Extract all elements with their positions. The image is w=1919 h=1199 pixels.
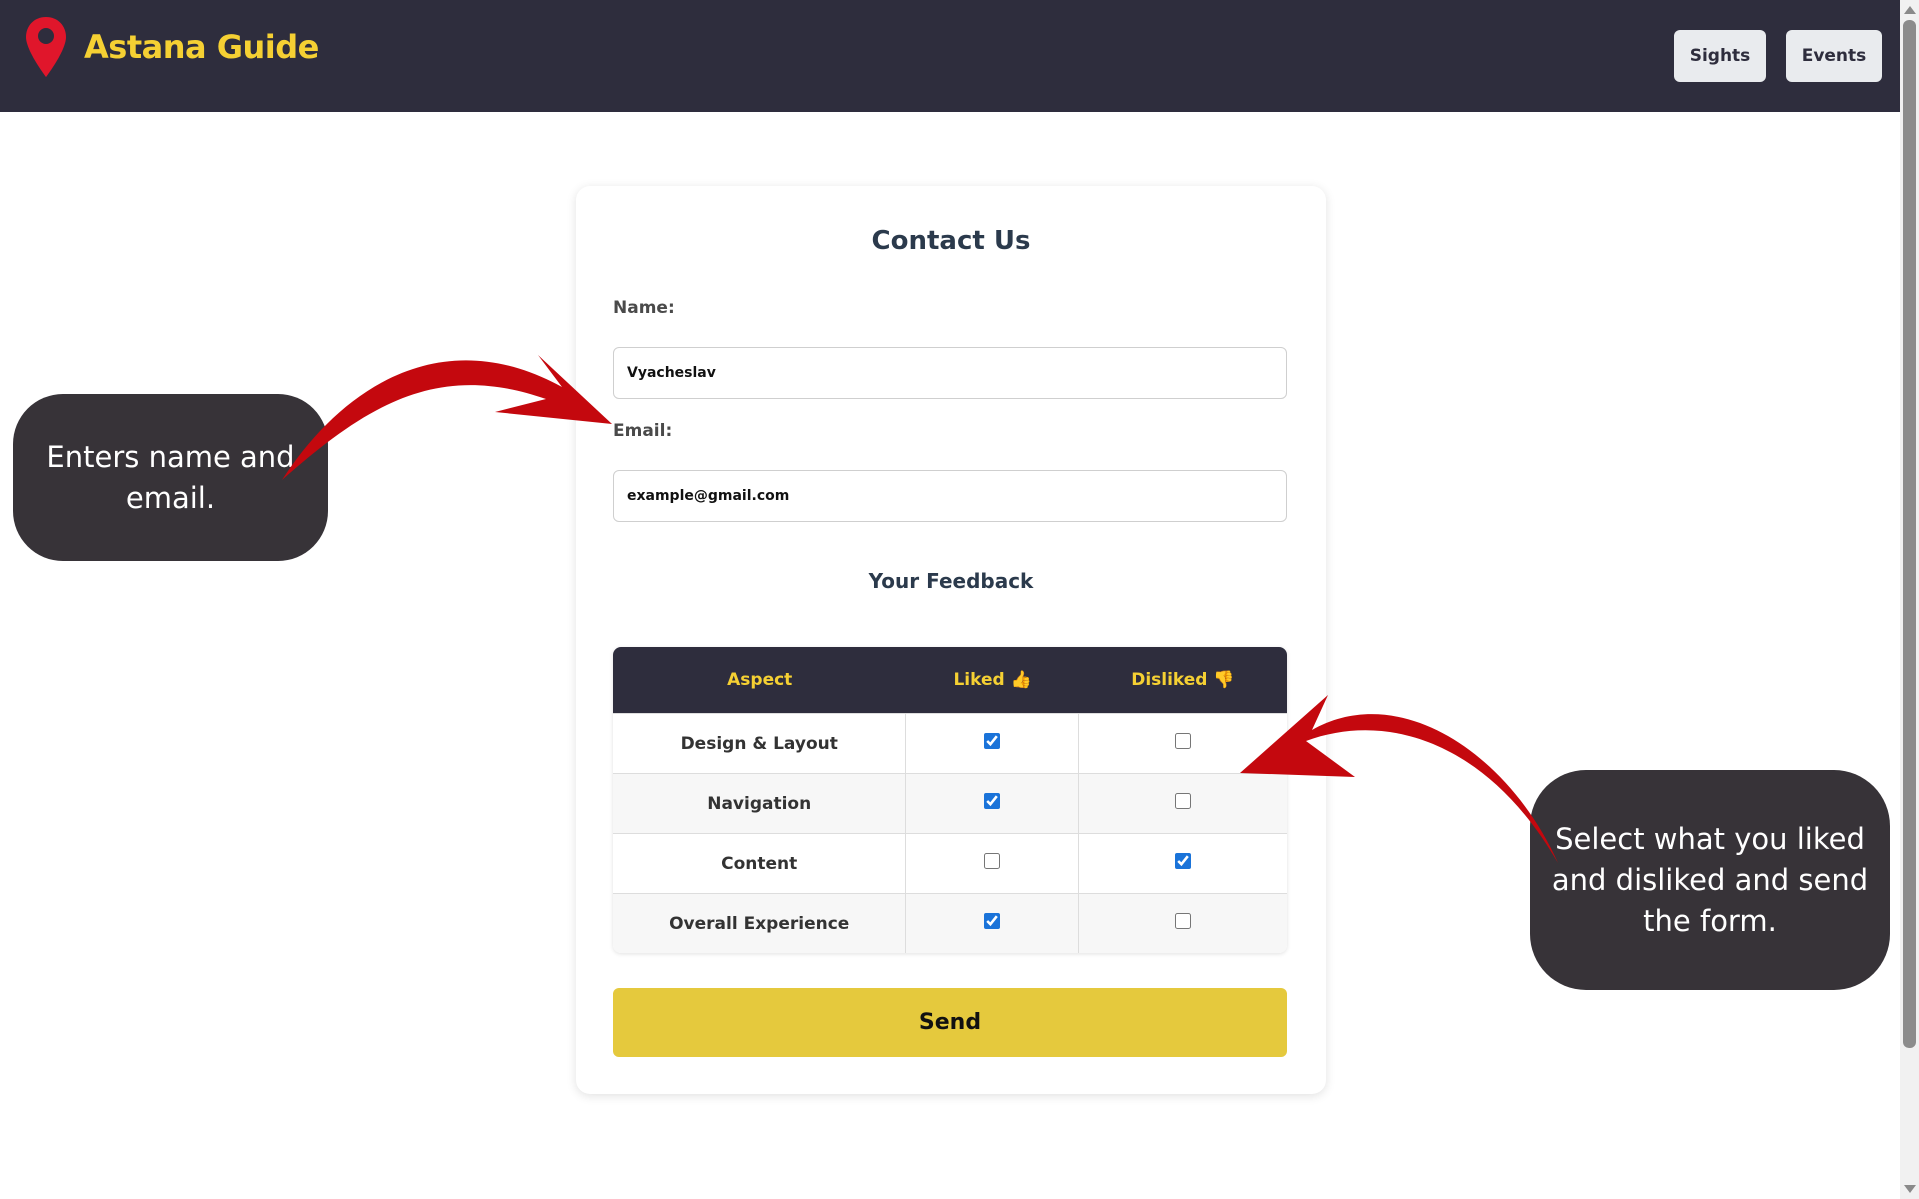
aspect-cell: Overall Experience: [613, 893, 907, 953]
name-input[interactable]: [613, 347, 1287, 399]
form-title: Contact Us: [871, 226, 1031, 256]
disliked-cell: [1078, 893, 1287, 953]
brand-name[interactable]: Astana Guide: [84, 28, 319, 66]
scroll-thumb[interactable]: [1903, 20, 1916, 1048]
liked-cell: [906, 833, 1079, 893]
liked-cell: [906, 713, 1079, 773]
map-pin-icon: [26, 17, 66, 77]
liked-checkbox[interactable]: [984, 853, 1001, 869]
contact-form-card: Contact Us Name: Email: Your Feedback As…: [576, 186, 1326, 1094]
aspect-cell: Content: [613, 833, 907, 893]
feedback-table: Aspect Liked 👍 Disliked 👎 Design & Layou…: [613, 647, 1287, 953]
send-button[interactable]: Send: [613, 988, 1287, 1057]
nav-events-button[interactable]: Events: [1786, 30, 1882, 82]
annotation-bubble-right: Select what you liked and disliked and s…: [1530, 770, 1890, 990]
name-label: Name:: [613, 298, 675, 318]
feedback-row: Design & Layout: [613, 713, 1287, 773]
disliked-checkbox[interactable]: [1174, 853, 1191, 869]
header-aspect: Aspect: [613, 647, 907, 713]
liked-checkbox[interactable]: [984, 913, 1001, 929]
liked-cell: [906, 893, 1079, 953]
arrow-left-icon: [282, 355, 612, 480]
feedback-row: Content: [613, 833, 1287, 893]
feedback-table-body: Design & Layout Navigation Content Overall …: [613, 713, 1287, 953]
scroll-down-icon[interactable]: [1904, 1185, 1916, 1193]
feedback-row: Overall Experience: [613, 893, 1287, 953]
disliked-checkbox[interactable]: [1174, 733, 1191, 749]
liked-checkbox[interactable]: [984, 733, 1001, 749]
disliked-checkbox[interactable]: [1174, 793, 1191, 809]
liked-cell: [906, 773, 1079, 833]
nav-sights-button[interactable]: Sights: [1674, 30, 1766, 82]
feedback-title: Your Feedback: [868, 569, 1034, 593]
site-header: Astana Guide Sights Events: [0, 0, 1900, 112]
page-scrollbar[interactable]: [1900, 0, 1919, 1199]
feedback-row: Navigation: [613, 773, 1287, 833]
email-label: Email:: [613, 421, 673, 441]
arrow-right-icon: [1240, 695, 1558, 863]
header-liked: Liked 👍: [906, 647, 1079, 713]
email-input[interactable]: [613, 470, 1287, 522]
liked-checkbox[interactable]: [984, 793, 1001, 809]
feedback-header-row: Aspect Liked 👍 Disliked 👎: [613, 647, 1287, 713]
disliked-checkbox[interactable]: [1174, 913, 1191, 929]
scroll-up-icon[interactable]: [1904, 6, 1916, 14]
aspect-cell: Navigation: [613, 773, 907, 833]
aspect-cell: Design & Layout: [613, 713, 907, 773]
